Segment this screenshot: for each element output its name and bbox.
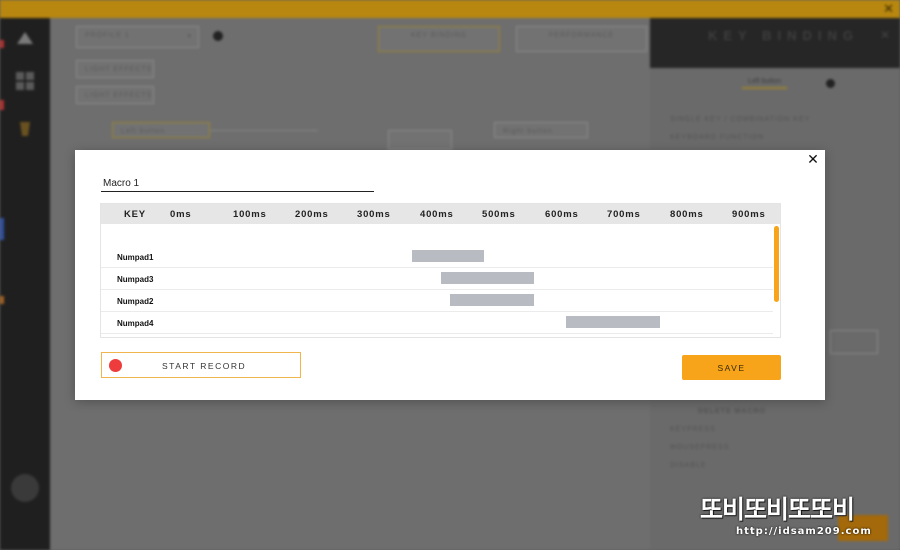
avatar[interactable] xyxy=(11,474,39,502)
info-icon[interactable] xyxy=(213,31,223,41)
key-press-bar[interactable] xyxy=(440,272,535,284)
option-keypress[interactable]: KEYPRESS xyxy=(670,426,716,433)
option-single-key[interactable]: SINGLE KEY / COMBINATION KEY xyxy=(670,116,810,123)
key-press-bar[interactable] xyxy=(565,316,660,328)
right-button-label: Right button xyxy=(503,128,553,135)
light-effects-button-1[interactable]: LIGHT EFFECTS xyxy=(76,60,154,78)
timeline-header: KEY 0ms 100ms 200ms 300ms 400ms 500ms 60… xyxy=(101,204,780,224)
macro-editor-dialog: ✕ KEY 0ms 100ms 200ms 300ms 400ms 500ms … xyxy=(75,150,825,400)
left-button-marker[interactable]: Left button xyxy=(112,122,210,138)
info-icon[interactable] xyxy=(826,79,835,88)
grid-icon[interactable] xyxy=(14,70,36,92)
close-icon[interactable]: ✕ xyxy=(805,152,821,168)
tab-performance[interactable]: PERFORMANCE xyxy=(516,26,647,52)
row-key-label: Numpad2 xyxy=(117,297,154,306)
tab-key-binding-label: KEY BINDING xyxy=(411,32,467,39)
start-record-label: START RECORD xyxy=(162,361,247,371)
time-label: 900ms xyxy=(732,209,766,220)
macro-timeline: KEY 0ms 100ms 200ms 300ms 400ms 500ms 60… xyxy=(100,203,781,338)
right-panel-close-icon[interactable]: ✕ xyxy=(880,28,890,42)
watermark-url: http://idsam209.com xyxy=(736,526,872,537)
timeline-row: Numpad2 xyxy=(101,290,773,312)
option-disable[interactable]: DISABLE xyxy=(670,462,707,469)
light-effects-label-1: LIGHT EFFECTS xyxy=(85,66,153,73)
window-topbar: ✕ xyxy=(0,0,900,18)
time-label: 600ms xyxy=(545,209,579,220)
chevron-down-icon: ▾ xyxy=(187,33,192,40)
record-icon xyxy=(109,359,122,372)
right-panel-title: KEY BINDING xyxy=(708,28,859,43)
right-button-marker[interactable]: Right button xyxy=(494,122,588,138)
right-panel-tab[interactable]: Left button xyxy=(742,76,788,89)
time-label: 500ms xyxy=(482,209,516,220)
left-navigation xyxy=(0,18,50,550)
left-button-label: Left button xyxy=(121,128,166,135)
profile-select-value: PROFILE 1 xyxy=(85,32,130,39)
time-label: 700ms xyxy=(607,209,641,220)
watermark-text: 또비또비또또비 xyxy=(700,495,855,524)
tab-performance-label: PERFORMANCE xyxy=(548,32,615,39)
row-key-label: Numpad1 xyxy=(117,253,154,262)
delete-macro-button[interactable]: DELETE MACRO xyxy=(698,408,766,415)
right-panel-button[interactable] xyxy=(830,330,878,354)
light-effects-label-2: LIGHT EFFECTS xyxy=(85,92,153,99)
option-mousepress[interactable]: MOUSEPRESS xyxy=(670,444,729,451)
timeline-scrollbar[interactable] xyxy=(774,226,779,302)
edge-indicators xyxy=(0,40,4,304)
watermark: 또비또비또또비 http://idsam209.com xyxy=(700,495,884,538)
time-label: 0ms xyxy=(170,209,192,220)
option-keyboard-function[interactable]: KEYBOARD FUNCTION xyxy=(670,134,764,141)
key-press-bar[interactable] xyxy=(412,250,485,262)
time-label: 300ms xyxy=(357,209,391,220)
time-label: 100ms xyxy=(233,209,267,220)
save-button-label: SAVE xyxy=(717,363,746,373)
macro-icon[interactable] xyxy=(14,118,36,140)
tab-key-binding[interactable]: KEY BINDING xyxy=(378,26,500,52)
start-record-button[interactable]: START RECORD xyxy=(101,352,301,378)
connector-line xyxy=(210,130,318,131)
row-key-label: Numpad3 xyxy=(117,275,154,284)
time-label: 400ms xyxy=(420,209,454,220)
profile-select[interactable]: PROFILE 1 ▾ xyxy=(76,26,199,48)
logo-icon xyxy=(17,32,33,44)
window-close-icon[interactable]: ✕ xyxy=(883,1,894,17)
right-panel-header: KEY BINDING ✕ xyxy=(650,18,900,68)
mouse-outline xyxy=(388,130,452,150)
timeline-row: Numpad3 xyxy=(101,268,773,290)
key-column-header: KEY xyxy=(124,209,146,220)
key-press-bar[interactable] xyxy=(449,294,535,306)
save-button[interactable]: SAVE xyxy=(682,355,781,380)
macro-name-input[interactable] xyxy=(101,176,374,192)
time-label: 800ms xyxy=(670,209,704,220)
time-label: 200ms xyxy=(295,209,329,220)
timeline-row: Numpad1 xyxy=(101,246,773,268)
timeline-row: Numpad4 xyxy=(101,312,773,334)
light-effects-button-2[interactable]: LIGHT EFFECTS xyxy=(76,86,154,104)
row-key-label: Numpad4 xyxy=(117,319,154,328)
